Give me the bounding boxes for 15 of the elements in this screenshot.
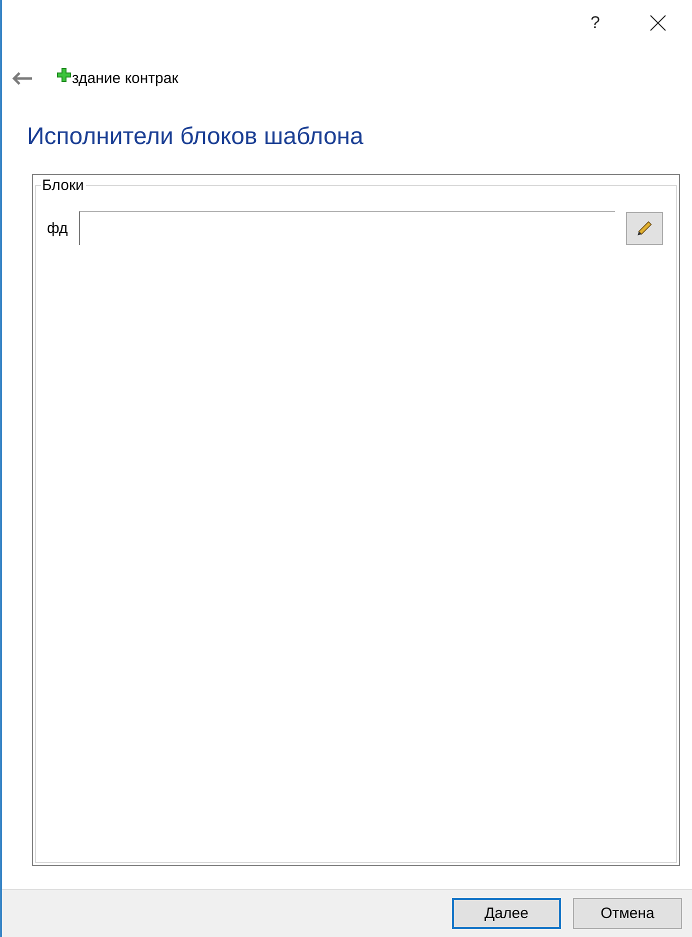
page-heading: Исполнители блоков шаблона — [27, 122, 364, 152]
edit-button[interactable] — [626, 212, 663, 244]
dialog-button[interactable]: Отмена — [573, 898, 682, 929]
pencil-icon — [637, 220, 652, 236]
help-button[interactable]: ? — [590, 12, 600, 32]
close-button[interactable] — [650, 14, 666, 30]
field-label: фд — [47, 220, 69, 236]
dialog-button[interactable]: Далее — [452, 898, 561, 929]
input-field[interactable] — [79, 211, 615, 245]
back-arrow-icon — [12, 72, 32, 84]
plus-icon — [57, 68, 71, 82]
group-title: Блоки — [41, 177, 85, 194]
back-button[interactable] — [12, 72, 32, 84]
close-icon — [650, 14, 666, 30]
wizard-title: здание контрак — [72, 70, 178, 86]
